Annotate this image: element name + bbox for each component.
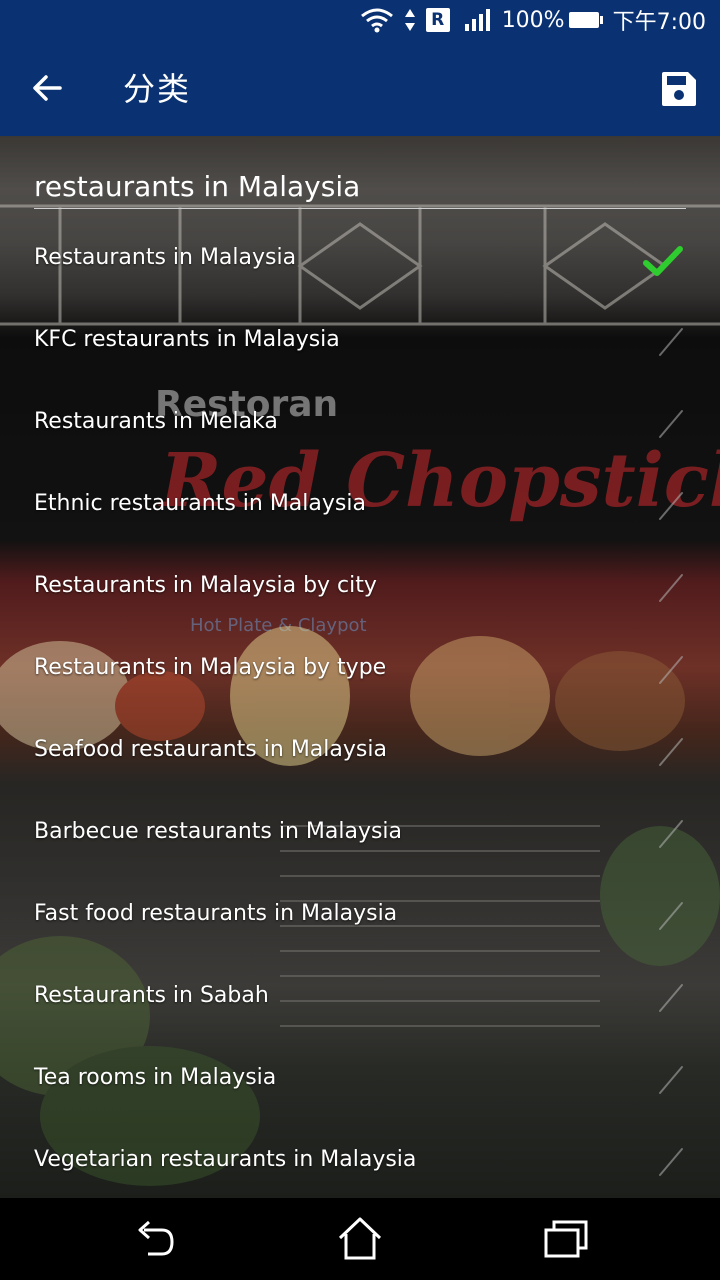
category-result-label: Restaurants in Malaysia by city — [34, 573, 377, 598]
checkmark-selected-icon[interactable] — [640, 241, 686, 281]
page-title: 分类 — [123, 70, 192, 108]
checkmark-unselected-icon[interactable] — [640, 897, 686, 937]
category-result-row[interactable]: Barbecue restaurants in Malaysia — [0, 795, 720, 877]
checkmark-unselected-icon[interactable] — [640, 323, 686, 363]
category-result-label: Vegetarian restaurants in Malaysia — [34, 1147, 417, 1172]
checkmark-unselected-icon[interactable] — [640, 815, 686, 855]
checkmark-unselected-icon[interactable] — [640, 651, 686, 691]
category-search-panel: Restoran Red Chopstick Hot Plate & Clayp… — [0, 136, 720, 1198]
checkmark-unselected-icon[interactable] — [640, 1061, 686, 1101]
nav-back-button[interactable] — [130, 1216, 178, 1262]
category-result-label: Tea rooms in Malaysia — [34, 1065, 277, 1090]
category-result-label: Ethnic restaurants in Malaysia — [34, 491, 366, 516]
category-result-label: Barbecue restaurants in Malaysia — [34, 819, 403, 844]
signal-icon — [464, 8, 492, 32]
checkmark-unselected-icon[interactable] — [640, 487, 686, 527]
wifi-icon — [360, 7, 394, 33]
battery-percent: 100% — [501, 7, 565, 33]
category-result-row[interactable]: Restaurants in Malaysia by type — [0, 631, 720, 713]
category-result-label: Restaurants in Melaka — [34, 409, 278, 434]
category-result-row[interactable]: Vegetarian restaurants in Malaysia — [0, 1123, 720, 1198]
back-button[interactable] — [22, 66, 74, 110]
category-result-row[interactable]: Restaurants in Melaka — [0, 385, 720, 467]
checkmark-unselected-icon[interactable] — [640, 1143, 686, 1183]
nav-recents-button[interactable] — [542, 1216, 590, 1262]
save-icon — [662, 72, 696, 106]
checkmark-unselected-icon[interactable] — [640, 979, 686, 1019]
category-result-row[interactable]: KFC restaurants in Malaysia — [0, 303, 720, 385]
category-result-label: KFC restaurants in Malaysia — [34, 327, 340, 352]
category-result-label: Restaurants in Sabah — [34, 983, 269, 1008]
category-result-row[interactable]: Fast food restaurants in Malaysia — [0, 877, 720, 959]
status-bar: R 100% 下午7:00 — [0, 0, 720, 40]
home-icon — [338, 1217, 382, 1260]
category-result-row[interactable]: Tea rooms in Malaysia — [0, 1041, 720, 1123]
category-result-label: Fast food restaurants in Malaysia — [34, 901, 398, 926]
category-result-row[interactable]: Restaurants in Malaysia — [0, 221, 720, 303]
category-result-label: Seafood restaurants in Malaysia — [34, 737, 387, 762]
app-bar: 分类 — [0, 40, 720, 136]
category-result-label: Restaurants in Malaysia by type — [34, 655, 387, 680]
save-button[interactable] — [656, 66, 702, 112]
category-result-row[interactable]: Seafood restaurants in Malaysia — [0, 713, 720, 795]
checkmark-unselected-icon[interactable] — [640, 733, 686, 773]
arrow-left-icon — [33, 75, 62, 101]
search-field-wrapper — [34, 166, 686, 209]
system-navigation-bar — [0, 1198, 720, 1280]
clock: 下午7:00 — [612, 10, 706, 35]
undo-back-icon — [138, 1220, 174, 1256]
checkmark-unselected-icon[interactable] — [640, 405, 686, 445]
category-result-row[interactable]: Ethnic restaurants in Malaysia — [0, 467, 720, 549]
category-results-list: Restaurants in Malaysia KFC restaurants i… — [0, 221, 720, 1198]
category-result-label: Restaurants in Malaysia — [34, 245, 297, 270]
checkmark-unselected-icon[interactable] — [640, 569, 686, 609]
battery-icon — [568, 12, 603, 28]
roaming-badge: R — [425, 8, 450, 32]
category-result-row[interactable]: Restaurants in Malaysia by city — [0, 549, 720, 631]
recent-apps-icon — [544, 1220, 588, 1258]
category-search-input[interactable] — [34, 166, 686, 206]
nav-home-button[interactable] — [336, 1216, 384, 1262]
category-result-row[interactable]: Restaurants in Sabah — [0, 959, 720, 1041]
data-transfer-icon — [404, 7, 416, 33]
